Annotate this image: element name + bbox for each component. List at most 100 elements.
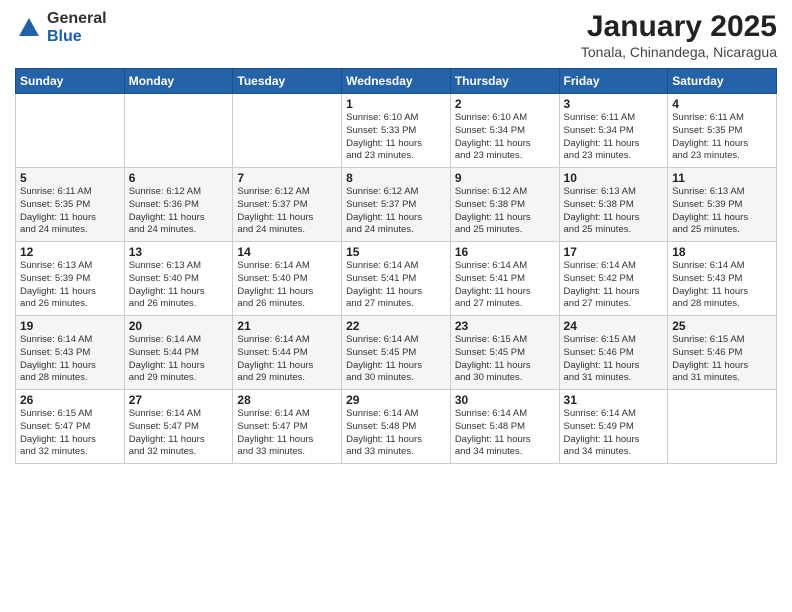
day-number: 28 [237, 393, 337, 407]
day-number: 30 [455, 393, 555, 407]
day-number: 2 [455, 97, 555, 111]
day-number: 4 [672, 97, 772, 111]
day-number: 5 [20, 171, 120, 185]
day-info: Sunrise: 6:12 AM Sunset: 5:37 PM Dayligh… [346, 186, 446, 237]
table-row [668, 390, 777, 464]
day-number: 14 [237, 245, 337, 259]
table-row: 28Sunrise: 6:14 AM Sunset: 5:47 PM Dayli… [233, 390, 342, 464]
day-info: Sunrise: 6:14 AM Sunset: 5:47 PM Dayligh… [237, 408, 337, 459]
day-number: 7 [237, 171, 337, 185]
day-info: Sunrise: 6:14 AM Sunset: 5:48 PM Dayligh… [346, 408, 446, 459]
logo: General Blue [15, 10, 107, 45]
day-info: Sunrise: 6:13 AM Sunset: 5:40 PM Dayligh… [129, 260, 229, 311]
day-info: Sunrise: 6:13 AM Sunset: 5:39 PM Dayligh… [20, 260, 120, 311]
day-number: 18 [672, 245, 772, 259]
day-info: Sunrise: 6:12 AM Sunset: 5:38 PM Dayligh… [455, 186, 555, 237]
table-row: 15Sunrise: 6:14 AM Sunset: 5:41 PM Dayli… [342, 242, 451, 316]
day-info: Sunrise: 6:14 AM Sunset: 5:42 PM Dayligh… [564, 260, 664, 311]
day-info: Sunrise: 6:13 AM Sunset: 5:39 PM Dayligh… [672, 186, 772, 237]
day-info: Sunrise: 6:14 AM Sunset: 5:44 PM Dayligh… [237, 334, 337, 385]
day-info: Sunrise: 6:15 AM Sunset: 5:46 PM Dayligh… [564, 334, 664, 385]
day-number: 9 [455, 171, 555, 185]
table-row: 6Sunrise: 6:12 AM Sunset: 5:36 PM Daylig… [124, 168, 233, 242]
day-number: 3 [564, 97, 664, 111]
day-number: 15 [346, 245, 446, 259]
day-info: Sunrise: 6:11 AM Sunset: 5:35 PM Dayligh… [20, 186, 120, 237]
col-thursday: Thursday [450, 69, 559, 94]
day-info: Sunrise: 6:12 AM Sunset: 5:37 PM Dayligh… [237, 186, 337, 237]
logo-text: General Blue [47, 10, 107, 45]
day-info: Sunrise: 6:10 AM Sunset: 5:33 PM Dayligh… [346, 112, 446, 163]
day-number: 26 [20, 393, 120, 407]
calendar-week-row: 19Sunrise: 6:14 AM Sunset: 5:43 PM Dayli… [16, 316, 777, 390]
day-info: Sunrise: 6:14 AM Sunset: 5:41 PM Dayligh… [455, 260, 555, 311]
table-row: 12Sunrise: 6:13 AM Sunset: 5:39 PM Dayli… [16, 242, 125, 316]
calendar-week-row: 5Sunrise: 6:11 AM Sunset: 5:35 PM Daylig… [16, 168, 777, 242]
table-row: 4Sunrise: 6:11 AM Sunset: 5:35 PM Daylig… [668, 94, 777, 168]
day-number: 12 [20, 245, 120, 259]
day-number: 27 [129, 393, 229, 407]
calendar-header-row: Sunday Monday Tuesday Wednesday Thursday… [16, 69, 777, 94]
day-info: Sunrise: 6:14 AM Sunset: 5:40 PM Dayligh… [237, 260, 337, 311]
day-info: Sunrise: 6:14 AM Sunset: 5:43 PM Dayligh… [20, 334, 120, 385]
col-tuesday: Tuesday [233, 69, 342, 94]
table-row: 27Sunrise: 6:14 AM Sunset: 5:47 PM Dayli… [124, 390, 233, 464]
table-row: 21Sunrise: 6:14 AM Sunset: 5:44 PM Dayli… [233, 316, 342, 390]
table-row: 1Sunrise: 6:10 AM Sunset: 5:33 PM Daylig… [342, 94, 451, 168]
calendar-week-row: 12Sunrise: 6:13 AM Sunset: 5:39 PM Dayli… [16, 242, 777, 316]
table-row: 19Sunrise: 6:14 AM Sunset: 5:43 PM Dayli… [16, 316, 125, 390]
calendar-week-row: 26Sunrise: 6:15 AM Sunset: 5:47 PM Dayli… [16, 390, 777, 464]
day-info: Sunrise: 6:14 AM Sunset: 5:47 PM Dayligh… [129, 408, 229, 459]
table-row: 30Sunrise: 6:14 AM Sunset: 5:48 PM Dayli… [450, 390, 559, 464]
day-number: 6 [129, 171, 229, 185]
month-title: January 2025 [581, 10, 777, 44]
table-row [233, 94, 342, 168]
day-number: 21 [237, 319, 337, 333]
table-row: 3Sunrise: 6:11 AM Sunset: 5:34 PM Daylig… [559, 94, 668, 168]
day-info: Sunrise: 6:15 AM Sunset: 5:46 PM Dayligh… [672, 334, 772, 385]
day-info: Sunrise: 6:12 AM Sunset: 5:36 PM Dayligh… [129, 186, 229, 237]
table-row: 8Sunrise: 6:12 AM Sunset: 5:37 PM Daylig… [342, 168, 451, 242]
table-row: 18Sunrise: 6:14 AM Sunset: 5:43 PM Dayli… [668, 242, 777, 316]
table-row: 16Sunrise: 6:14 AM Sunset: 5:41 PM Dayli… [450, 242, 559, 316]
table-row: 25Sunrise: 6:15 AM Sunset: 5:46 PM Dayli… [668, 316, 777, 390]
day-number: 16 [455, 245, 555, 259]
calendar-week-row: 1Sunrise: 6:10 AM Sunset: 5:33 PM Daylig… [16, 94, 777, 168]
col-saturday: Saturday [668, 69, 777, 94]
table-row [16, 94, 125, 168]
location-title: Tonala, Chinandega, Nicaragua [581, 44, 777, 60]
table-row: 26Sunrise: 6:15 AM Sunset: 5:47 PM Dayli… [16, 390, 125, 464]
table-row: 7Sunrise: 6:12 AM Sunset: 5:37 PM Daylig… [233, 168, 342, 242]
day-info: Sunrise: 6:14 AM Sunset: 5:49 PM Dayligh… [564, 408, 664, 459]
table-row: 2Sunrise: 6:10 AM Sunset: 5:34 PM Daylig… [450, 94, 559, 168]
table-row: 11Sunrise: 6:13 AM Sunset: 5:39 PM Dayli… [668, 168, 777, 242]
day-info: Sunrise: 6:14 AM Sunset: 5:44 PM Dayligh… [129, 334, 229, 385]
day-number: 31 [564, 393, 664, 407]
day-info: Sunrise: 6:15 AM Sunset: 5:47 PM Dayligh… [20, 408, 120, 459]
page: General Blue January 2025 Tonala, Chinan… [0, 0, 792, 612]
day-number: 25 [672, 319, 772, 333]
day-number: 24 [564, 319, 664, 333]
table-row: 17Sunrise: 6:14 AM Sunset: 5:42 PM Dayli… [559, 242, 668, 316]
title-block: January 2025 Tonala, Chinandega, Nicarag… [581, 10, 777, 60]
col-wednesday: Wednesday [342, 69, 451, 94]
col-monday: Monday [124, 69, 233, 94]
day-info: Sunrise: 6:14 AM Sunset: 5:41 PM Dayligh… [346, 260, 446, 311]
day-info: Sunrise: 6:14 AM Sunset: 5:45 PM Dayligh… [346, 334, 446, 385]
day-info: Sunrise: 6:14 AM Sunset: 5:43 PM Dayligh… [672, 260, 772, 311]
table-row: 23Sunrise: 6:15 AM Sunset: 5:45 PM Dayli… [450, 316, 559, 390]
day-info: Sunrise: 6:11 AM Sunset: 5:34 PM Dayligh… [564, 112, 664, 163]
col-friday: Friday [559, 69, 668, 94]
day-number: 20 [129, 319, 229, 333]
table-row: 13Sunrise: 6:13 AM Sunset: 5:40 PM Dayli… [124, 242, 233, 316]
day-number: 8 [346, 171, 446, 185]
day-number: 22 [346, 319, 446, 333]
table-row: 20Sunrise: 6:14 AM Sunset: 5:44 PM Dayli… [124, 316, 233, 390]
day-info: Sunrise: 6:15 AM Sunset: 5:45 PM Dayligh… [455, 334, 555, 385]
table-row: 10Sunrise: 6:13 AM Sunset: 5:38 PM Dayli… [559, 168, 668, 242]
table-row: 31Sunrise: 6:14 AM Sunset: 5:49 PM Dayli… [559, 390, 668, 464]
day-number: 11 [672, 171, 772, 185]
day-info: Sunrise: 6:11 AM Sunset: 5:35 PM Dayligh… [672, 112, 772, 163]
table-row: 9Sunrise: 6:12 AM Sunset: 5:38 PM Daylig… [450, 168, 559, 242]
day-info: Sunrise: 6:13 AM Sunset: 5:38 PM Dayligh… [564, 186, 664, 237]
